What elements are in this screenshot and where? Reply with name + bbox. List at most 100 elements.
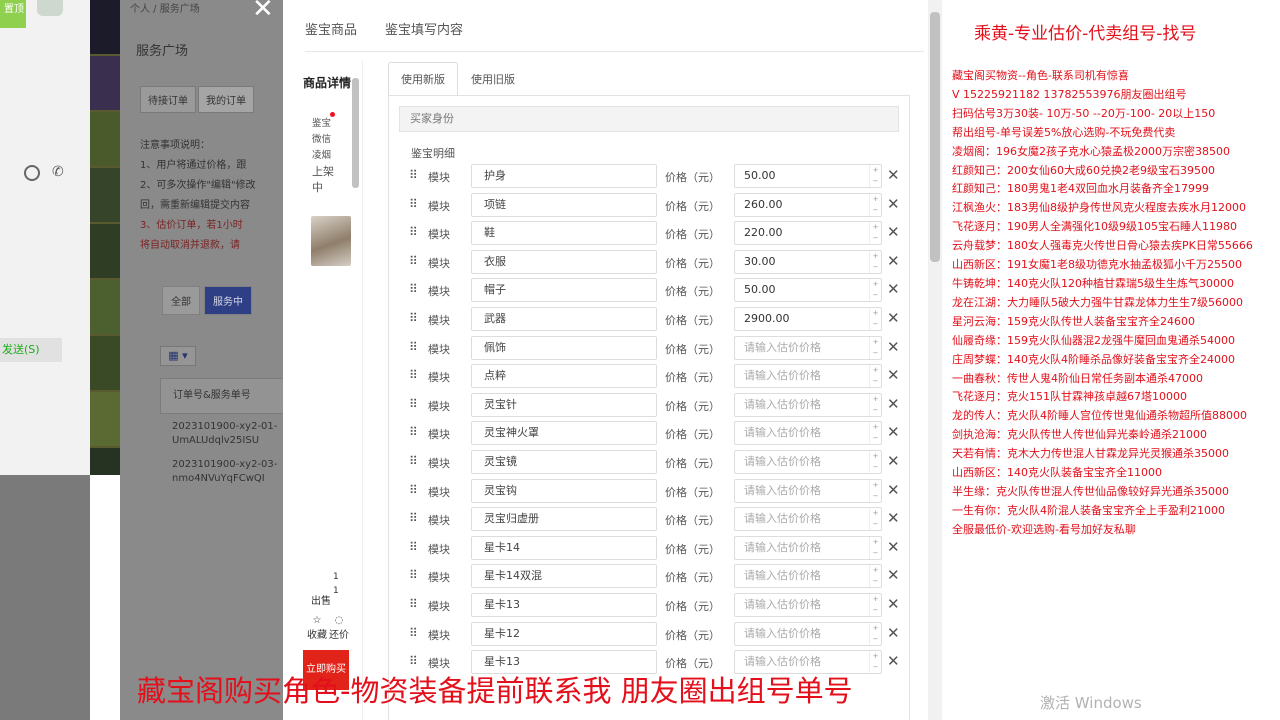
stepper-icon[interactable]: + − bbox=[869, 336, 881, 359]
module-name-input[interactable]: 灵宝钩 bbox=[471, 478, 657, 503]
stepper-icon[interactable]: + − bbox=[869, 451, 881, 473]
drag-handle-icon[interactable]: ⠿ bbox=[409, 626, 419, 640]
character-avatar[interactable] bbox=[311, 216, 351, 266]
favorite-button[interactable]: ☆ 收藏 bbox=[307, 615, 327, 641]
module-name-input[interactable]: 护身 bbox=[471, 164, 657, 188]
module-name-input[interactable]: 星卡12 bbox=[471, 621, 657, 646]
order-item[interactable]: 2023101900-xy2-01- UmALUdqlv25ISU bbox=[172, 420, 277, 448]
thumbnail[interactable] bbox=[90, 112, 120, 168]
close-icon[interactable]: ✕ bbox=[252, 0, 274, 24]
price-input[interactable]: 50.00 bbox=[734, 278, 882, 303]
price-input[interactable]: 50.00 bbox=[734, 164, 882, 188]
thumbnail[interactable] bbox=[90, 0, 120, 56]
drag-handle-icon[interactable]: ⠿ bbox=[409, 568, 419, 582]
stepper-icon[interactable]: + − bbox=[869, 393, 881, 416]
pinned-tag[interactable]: 置顶 bbox=[0, 0, 26, 28]
delete-icon[interactable]: ✕ bbox=[887, 221, 900, 243]
drag-handle-icon[interactable]: ⠿ bbox=[409, 597, 419, 611]
price-input[interactable]: 2900.00 bbox=[734, 307, 882, 331]
stepper-icon[interactable]: + − bbox=[869, 622, 881, 645]
module-name-input[interactable]: 衣服 bbox=[471, 249, 657, 274]
stepper-icon[interactable]: + − bbox=[869, 536, 881, 559]
price-input[interactable]: 请输入估价价格 bbox=[734, 535, 882, 560]
delete-icon[interactable]: ✕ bbox=[887, 593, 900, 615]
thumbnail[interactable] bbox=[90, 168, 120, 224]
price-input[interactable]: 请输入估价价格 bbox=[734, 621, 882, 646]
order-item[interactable]: 2023101900-xy2-03- nmo4NVuYqFCwQI bbox=[172, 458, 277, 486]
price-input[interactable]: 220.00 bbox=[734, 221, 882, 246]
thumbnail[interactable] bbox=[90, 280, 120, 336]
delete-icon[interactable]: ✕ bbox=[887, 193, 900, 215]
delete-icon[interactable]: ✕ bbox=[887, 650, 900, 672]
price-input[interactable]: 260.00 bbox=[734, 192, 882, 217]
delete-icon[interactable]: ✕ bbox=[887, 479, 900, 501]
goods-scrollbar[interactable] bbox=[352, 78, 359, 188]
price-input[interactable]: 请输入估价价格 bbox=[734, 593, 882, 617]
drag-handle-icon[interactable]: ⠿ bbox=[409, 340, 419, 354]
tab-old-version[interactable]: 使用旧版 bbox=[458, 62, 528, 96]
delete-icon[interactable]: ✕ bbox=[887, 536, 900, 558]
price-input[interactable]: 请输入估价价格 bbox=[734, 450, 882, 474]
drag-handle-icon[interactable]: ⠿ bbox=[409, 511, 419, 525]
module-name-input[interactable]: 灵宝归虚册 bbox=[471, 507, 657, 532]
module-name-input[interactable]: 星卡14双混 bbox=[471, 564, 657, 589]
module-name-input[interactable]: 鞋 bbox=[471, 221, 657, 246]
filter-all[interactable]: 全部 bbox=[162, 286, 200, 315]
tab-appraisal-goods[interactable]: 鉴宝商品 bbox=[305, 18, 357, 51]
drag-handle-icon[interactable]: ⠿ bbox=[409, 397, 419, 411]
module-name-input[interactable]: 项链 bbox=[471, 192, 657, 217]
tab-pending-orders[interactable]: 待接订单 bbox=[140, 86, 196, 113]
drag-handle-icon[interactable]: ⠿ bbox=[409, 225, 419, 239]
delete-icon[interactable]: ✕ bbox=[887, 507, 900, 529]
module-name-input[interactable]: 灵宝针 bbox=[471, 392, 657, 417]
delete-icon[interactable]: ✕ bbox=[887, 393, 900, 415]
price-input[interactable]: 请输入估价价格 bbox=[734, 392, 882, 417]
delete-icon[interactable]: ✕ bbox=[887, 622, 900, 644]
stepper-icon[interactable]: + − bbox=[869, 508, 881, 531]
delete-icon[interactable]: ✕ bbox=[887, 164, 900, 186]
stepper-icon[interactable]: + − bbox=[869, 651, 881, 674]
drag-handle-icon[interactable]: ⠿ bbox=[409, 254, 419, 268]
column-settings-icon[interactable]: ▦ ▾ bbox=[160, 346, 196, 366]
delete-icon[interactable]: ✕ bbox=[887, 421, 900, 443]
drag-handle-icon[interactable]: ⠿ bbox=[409, 425, 419, 439]
drag-handle-icon[interactable]: ⠿ bbox=[409, 454, 419, 468]
stepper-icon[interactable]: + − bbox=[869, 594, 881, 616]
module-name-input[interactable]: 灵宝镜 bbox=[471, 450, 657, 474]
stepper-icon[interactable]: + − bbox=[869, 565, 881, 588]
stepper-icon[interactable]: + − bbox=[869, 422, 881, 445]
tab-new-version[interactable]: 使用新版 bbox=[388, 62, 458, 96]
stepper-icon[interactable]: + − bbox=[869, 222, 881, 245]
module-name-input[interactable]: 武器 bbox=[471, 307, 657, 331]
tab-my-orders[interactable]: 我的订单 bbox=[198, 86, 254, 113]
bargain-button[interactable]: ◌ 还价 bbox=[329, 615, 349, 641]
delete-icon[interactable]: ✕ bbox=[887, 364, 900, 386]
module-name-input[interactable]: 灵宝神火罩 bbox=[471, 421, 657, 446]
stepper-icon[interactable]: + − bbox=[869, 365, 881, 388]
delete-icon[interactable]: ✕ bbox=[887, 278, 900, 300]
phone-icon[interactable]: ✆ bbox=[52, 164, 64, 180]
modal-scrollbar-thumb[interactable] bbox=[930, 12, 940, 262]
drag-handle-icon[interactable]: ⠿ bbox=[409, 368, 419, 382]
price-input[interactable]: 30.00 bbox=[734, 249, 882, 274]
delete-icon[interactable]: ✕ bbox=[887, 336, 900, 358]
thumbnail[interactable] bbox=[90, 56, 120, 112]
price-input[interactable]: 请输入估价价格 bbox=[734, 507, 882, 532]
stepper-icon[interactable]: + − bbox=[869, 308, 881, 330]
drag-handle-icon[interactable]: ⠿ bbox=[409, 197, 419, 211]
drag-handle-icon[interactable]: ⠿ bbox=[409, 654, 419, 668]
price-input[interactable]: 请输入估价价格 bbox=[734, 364, 882, 389]
module-name-input[interactable]: 佩饰 bbox=[471, 335, 657, 360]
stepper-icon[interactable]: + − bbox=[869, 193, 881, 216]
stepper-icon[interactable]: + − bbox=[869, 250, 881, 273]
delete-icon[interactable]: ✕ bbox=[887, 564, 900, 586]
module-name-input[interactable]: 星卡14 bbox=[471, 535, 657, 560]
stepper-icon[interactable]: + − bbox=[869, 165, 881, 187]
drag-handle-icon[interactable]: ⠿ bbox=[409, 483, 419, 497]
module-name-input[interactable]: 点粹 bbox=[471, 364, 657, 389]
stepper-icon[interactable]: + − bbox=[869, 279, 881, 302]
price-input[interactable]: 请输入估价价格 bbox=[734, 478, 882, 503]
price-input[interactable]: 请输入估价价格 bbox=[734, 564, 882, 589]
stepper-icon[interactable]: + − bbox=[869, 479, 881, 502]
voice-icon[interactable] bbox=[24, 165, 40, 181]
